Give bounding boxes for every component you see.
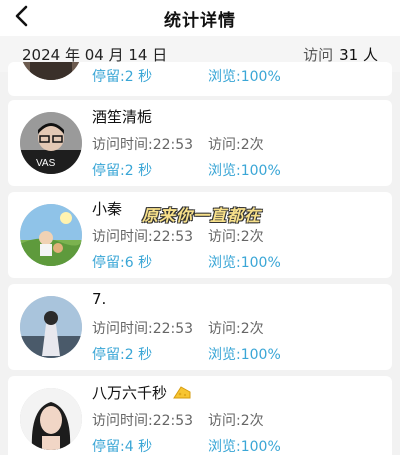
visitor-name-text: 7. [92,290,107,308]
avatar [20,204,82,266]
top-nav-bar: 统计详情 [0,0,400,36]
visitor-card[interactable]: 小秦 原来你一直都在 访问时间:22:53 访问:2次 停留:6 秒 浏览:10… [8,192,392,278]
stay-duration: 停留:2 秒 [92,163,153,179]
visitor-card[interactable]: VAS 酒笙清栀 访问时间:22:53 访问:2次 停留:2 秒 浏览:100% [8,100,392,186]
visitor-name: 7. [92,290,106,308]
visitor-name-text: 八万六千秒 [92,384,168,402]
visit-time: 访问时间:22:53 [92,229,194,245]
visitor-card[interactable]: 八万六千秒 访问时间:22:53 访问:2次 停留:4 秒 浏览:100% [8,376,392,455]
stay-duration: 停留:2 秒 [92,347,153,363]
visitor-card[interactable]: 7. 访问时间:22:53 访问:2次 停留:2 秒 浏览:100% [8,284,392,370]
page-title: 统计详情 [164,10,236,31]
stay-duration: 停留:6 秒 [92,255,153,271]
svg-text:VAS: VAS [36,158,56,169]
signature-sticker: 原来你一直都在 [142,206,262,225]
browse-percent: 浏览:100% [208,163,281,179]
visit-count-item: 访问:2次 [208,413,264,429]
browse-percent: 浏览:100% [208,69,281,85]
cheese-icon [173,385,191,398]
visitor-name: 八万六千秒 [92,382,191,403]
avatar [20,62,82,80]
visitor-name: 酒笙清栀 [92,106,152,127]
browse-percent: 浏览:100% [208,347,281,363]
avatar [20,388,82,450]
visitor-name: 小秦 [92,198,122,219]
stay-duration: 停留:2 秒 [92,69,153,85]
chevron-left-icon [15,5,28,27]
back-button[interactable] [8,2,36,30]
visit-count-item: 访问:2次 [208,321,264,337]
visit-time: 访问时间:22:53 [92,413,194,429]
avatar: VAS [20,112,82,174]
visitor-name-text: 酒笙清栀 [92,108,153,126]
visit-count-item: 访问:2次 [208,137,264,153]
visit-time: 访问时间:22:53 [92,137,194,153]
browse-percent: 浏览:100% [208,439,281,455]
visitor-name-text: 小秦 [92,200,123,218]
visit-time: 访问时间:22:53 [92,321,194,337]
visit-count-item: 访问:2次 [208,229,264,245]
browse-percent: 浏览:100% [208,255,281,271]
avatar [20,296,82,358]
visitor-card-partial[interactable]: 停留:2 秒 浏览:100% [8,62,392,96]
stay-duration: 停留:4 秒 [92,439,153,455]
